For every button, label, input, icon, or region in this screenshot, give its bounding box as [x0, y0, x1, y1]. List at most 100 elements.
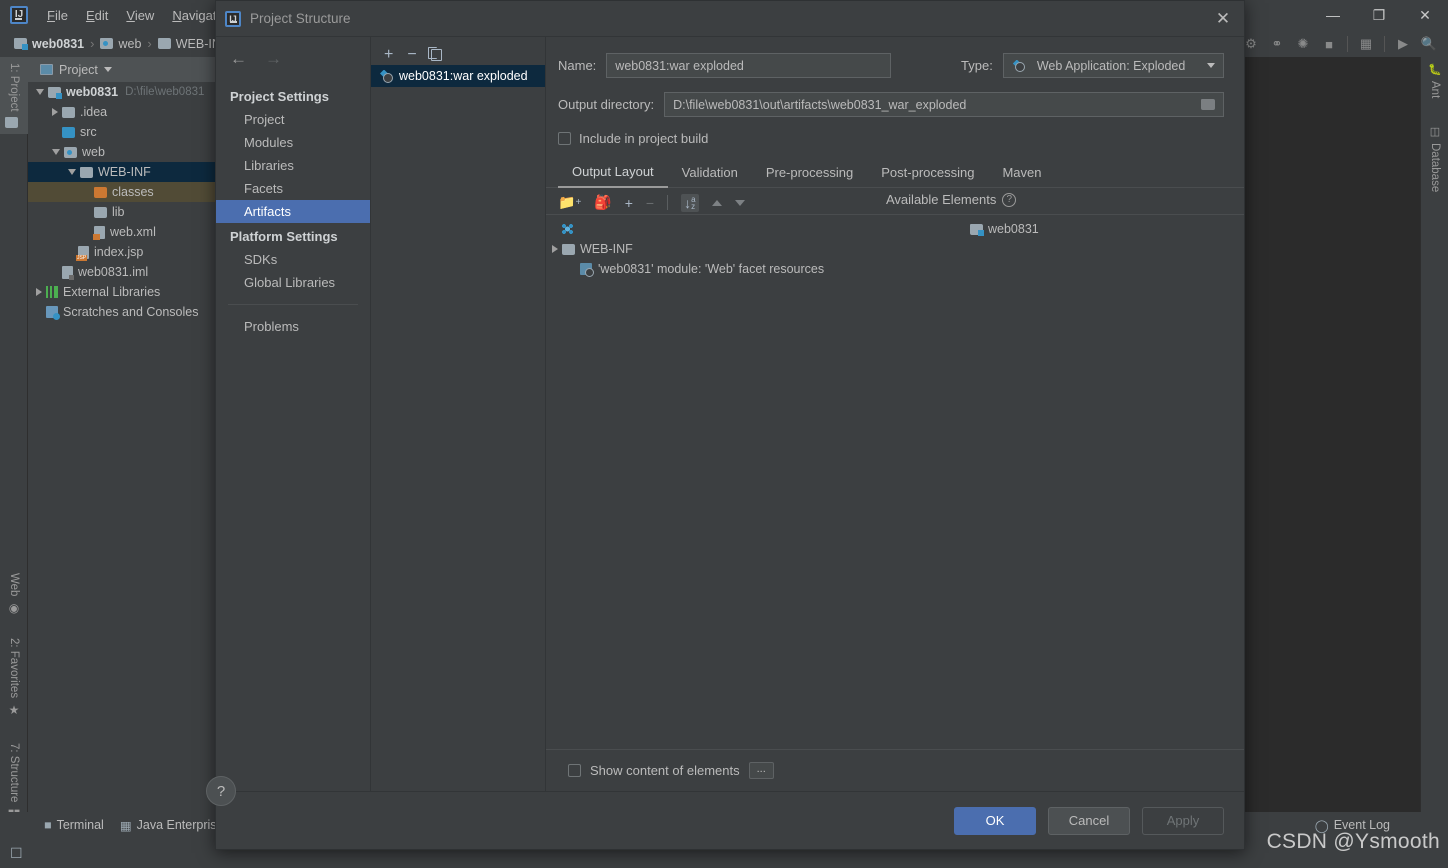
status-java-enterprise[interactable]: ▦ Java Enterprise: [120, 818, 224, 833]
collapse-twisty-icon[interactable]: [68, 169, 76, 175]
breadcrumb-item-project[interactable]: web0831: [14, 37, 84, 51]
move-up-icon[interactable]: [711, 199, 722, 206]
nav-item-project[interactable]: Project: [216, 108, 370, 131]
collapse-twisty-icon[interactable]: [52, 149, 60, 155]
show-content-options-button[interactable]: ...: [748, 762, 774, 779]
apply-button[interactable]: Apply: [1142, 806, 1224, 835]
nav-item-libraries[interactable]: Libraries: [216, 154, 370, 177]
breadcrumb-separator: ›: [147, 36, 152, 51]
add-element-button[interactable]: +: [625, 195, 633, 211]
include-in-build-row[interactable]: Include in project build: [546, 117, 1244, 146]
menu-view[interactable]: View: [117, 6, 163, 25]
output-directory-input[interactable]: D:\file\web0831\out\artifacts\web0831_wa…: [664, 92, 1224, 117]
remove-artifact-button[interactable]: −: [407, 47, 416, 63]
stop-icon[interactable]: ■: [1318, 34, 1340, 54]
project-icon: [40, 64, 53, 75]
layout-toggle-icon[interactable]: ☐: [10, 845, 23, 862]
maximize-button[interactable]: ❐: [1356, 0, 1402, 30]
module-folder-icon: [14, 38, 28, 50]
artifact-type-select[interactable]: Web Application: Exploded: [1002, 53, 1224, 78]
chevron-down-icon[interactable]: [103, 67, 112, 72]
tree-node[interactable]: web0831.iml: [28, 262, 218, 282]
help-icon[interactable]: ?: [1002, 192, 1017, 207]
layout-tree-node[interactable]: 'web0831' module: 'Web' facet resources: [546, 259, 914, 279]
sidebar-item-project[interactable]: 1: Project: [0, 57, 28, 134]
project-panel-header[interactable]: Project: [28, 57, 218, 82]
artifact-icon: [379, 70, 393, 83]
tree-node[interactable]: src: [28, 122, 218, 142]
nav-group-title: Platform Settings: [230, 229, 338, 244]
collapse-twisty-icon[interactable]: [36, 89, 44, 95]
expand-twisty-icon[interactable]: [36, 288, 42, 296]
sidebar-item-favorites[interactable]: 2: Favorites ★: [0, 632, 28, 723]
tool-tab-label: Database: [1429, 143, 1441, 193]
tree-node[interactable]: Scratches and Consoles: [28, 302, 218, 322]
tree-node[interactable]: web.xml: [28, 222, 218, 242]
nav-item-facets[interactable]: Facets: [216, 177, 370, 200]
tool-tab-label: 2: Favorites: [8, 638, 20, 699]
show-content-checkbox[interactable]: [568, 764, 581, 777]
tab-validation[interactable]: Validation: [668, 159, 752, 187]
status-terminal[interactable]: ■ Terminal: [44, 818, 104, 832]
output-directory-label: Output directory:: [558, 97, 655, 112]
expand-twisty-icon[interactable]: [52, 108, 58, 116]
menu-edit[interactable]: Edit: [77, 6, 117, 25]
back-arrow-icon[interactable]: ←: [230, 49, 247, 69]
ok-button[interactable]: OK: [954, 806, 1036, 835]
terminal-icon[interactable]: ▶: [1392, 34, 1414, 54]
tab-output-layout[interactable]: Output Layout: [558, 158, 668, 188]
nav-item-modules[interactable]: Modules: [216, 131, 370, 154]
sidebar-item-database[interactable]: ◫ Database: [1421, 119, 1448, 198]
dialog-title: Project Structure: [250, 11, 351, 26]
tree-node[interactable]: classes: [28, 182, 218, 202]
tree-node[interactable]: web0831 D:\file\web0831: [28, 82, 218, 102]
nav-item-artifacts[interactable]: Artifacts: [216, 200, 370, 223]
help-button[interactable]: ?: [206, 776, 236, 806]
folder-icon: [80, 166, 93, 178]
add-directory-icon[interactable]: 📁 +: [558, 194, 581, 211]
dialog-close-button[interactable]: ✕: [1202, 1, 1244, 37]
tree-node-label: WEB-INF: [98, 165, 151, 179]
cancel-button[interactable]: Cancel: [1048, 806, 1130, 835]
tab-pre-processing[interactable]: Pre-processing: [752, 159, 867, 187]
add-artifact-button[interactable]: +: [384, 47, 393, 63]
tab-maven[interactable]: Maven: [988, 159, 1055, 187]
star-icon: ★: [8, 703, 20, 718]
tree-node[interactable]: .idea: [28, 102, 218, 122]
sidebar-item-ant[interactable]: 🐛 Ant: [1421, 57, 1448, 104]
menu-file[interactable]: File: [38, 6, 77, 25]
add-archive-icon[interactable]: 🎒: [594, 194, 611, 211]
profiler-icon[interactable]: ✺: [1292, 34, 1314, 54]
copy-artifact-icon[interactable]: [427, 47, 442, 61]
folder-icon: [562, 243, 575, 255]
project-structure-icon[interactable]: ▦: [1355, 34, 1377, 54]
nav-item-global-libraries[interactable]: Global Libraries: [216, 271, 370, 294]
layout-tree-node[interactable]: [546, 219, 914, 239]
tree-node[interactable]: lib: [28, 202, 218, 222]
browse-folder-icon[interactable]: [1201, 99, 1215, 110]
remove-element-button[interactable]: −: [646, 195, 654, 211]
breadcrumb-item-web[interactable]: web: [100, 37, 141, 51]
move-down-icon[interactable]: [734, 199, 745, 206]
tree-node[interactable]: WEB-INF: [28, 162, 218, 182]
tree-node[interactable]: web: [28, 142, 218, 162]
tool-tab-label: Ant: [1429, 81, 1441, 99]
artifact-name-input[interactable]: web0831:war exploded: [606, 53, 892, 78]
available-tree-node[interactable]: web0831: [914, 219, 1244, 239]
tree-node[interactable]: External Libraries: [28, 282, 218, 302]
search-icon[interactable]: 🔍: [1418, 34, 1440, 54]
nav-item-problems[interactable]: Problems: [216, 315, 370, 338]
include-in-build-checkbox[interactable]: [558, 132, 571, 145]
expand-twisty-icon[interactable]: [552, 245, 558, 253]
tab-post-processing[interactable]: Post-processing: [867, 159, 988, 187]
forward-arrow-icon[interactable]: →: [265, 49, 282, 69]
layout-tree-node[interactable]: WEB-INF: [546, 239, 914, 259]
artifact-list-item[interactable]: web0831:war exploded: [371, 65, 545, 87]
nav-item-sdks[interactable]: SDKs: [216, 248, 370, 271]
tree-node[interactable]: index.jsp: [28, 242, 218, 262]
close-button[interactable]: ✕: [1402, 0, 1448, 30]
minimize-button[interactable]: —: [1310, 0, 1356, 30]
sort-az-icon[interactable]: ↓ a z: [681, 193, 699, 212]
sidebar-item-web[interactable]: Web ◉: [0, 567, 28, 621]
coverage-icon[interactable]: ⚭: [1266, 34, 1288, 54]
